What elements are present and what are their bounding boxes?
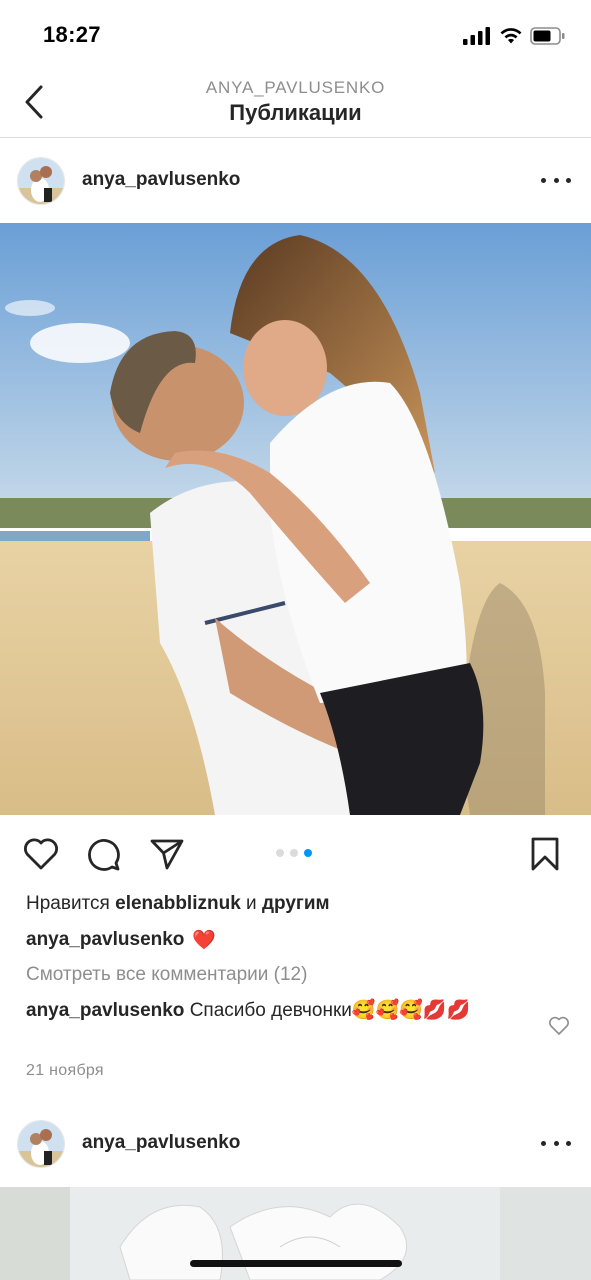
post-date: 21 ноября: [26, 1062, 104, 1079]
comment-icon: [88, 839, 120, 871]
carousel-indicator: [276, 849, 312, 857]
caption: anya_pavlusenko ❤️: [26, 928, 216, 952]
more-icon: [541, 1140, 546, 1146]
post-actions-bar: [0, 815, 591, 889]
likes-user-link[interactable]: elenabbliznuk: [115, 893, 241, 914]
carousel-dot-active: [304, 849, 312, 857]
comment-text: Спасибо девчонки🥰🥰🥰💋💋: [189, 1000, 471, 1021]
likes-joiner: и: [246, 893, 257, 914]
comment-button[interactable]: [85, 835, 123, 873]
post-header: anya_pavlusenko: [0, 1103, 591, 1185]
comment: anya_pavlusenko Спасибо девчонки🥰🥰🥰💋💋: [26, 998, 526, 1024]
more-options-button[interactable]: [541, 168, 571, 192]
view-all-comments-link[interactable]: Смотреть все комментарии (12): [26, 964, 307, 986]
post-username[interactable]: anya_pavlusenko: [82, 169, 240, 191]
likes-prefix: Нравится: [26, 893, 110, 914]
status-time: 18:27: [43, 22, 101, 47]
save-button[interactable]: [526, 835, 564, 873]
share-button[interactable]: [148, 835, 186, 873]
carousel-dot: [276, 849, 284, 857]
post-photo[interactable]: [0, 223, 591, 815]
post-username[interactable]: anya_pavlusenko: [82, 1132, 240, 1154]
comment-like-heart-icon[interactable]: [548, 1016, 570, 1036]
more-options-button[interactable]: [541, 1131, 571, 1155]
likes-summary[interactable]: Нравится elenabbliznuk и другим: [26, 893, 330, 915]
bookmark-icon: [531, 837, 559, 871]
comment-username[interactable]: anya_pavlusenko: [26, 1000, 184, 1021]
avatar[interactable]: [17, 1120, 65, 1168]
status-bar: 18:27: [0, 0, 591, 72]
post-header: anya_pavlusenko: [0, 140, 591, 222]
more-icon: [541, 177, 546, 183]
home-indicator: [190, 1260, 402, 1267]
signal-icon: [463, 27, 490, 45]
battery-icon: [530, 27, 565, 45]
likes-others-link[interactable]: другим: [262, 893, 330, 914]
like-button[interactable]: [22, 835, 60, 873]
caption-username[interactable]: anya_pavlusenko: [26, 929, 184, 951]
page-title: Публикации: [229, 100, 362, 125]
share-icon: [150, 839, 184, 870]
avatar[interactable]: [17, 157, 65, 205]
caption-text: ❤️: [192, 930, 217, 951]
wifi-icon: [500, 28, 522, 44]
carousel-dot: [290, 849, 298, 857]
header-username: ANYA_PAVLUSENKO: [205, 78, 386, 97]
heart-icon: [24, 838, 58, 870]
top-nav-header: ANYA_PAVLUSENKO Публикации: [0, 72, 591, 138]
